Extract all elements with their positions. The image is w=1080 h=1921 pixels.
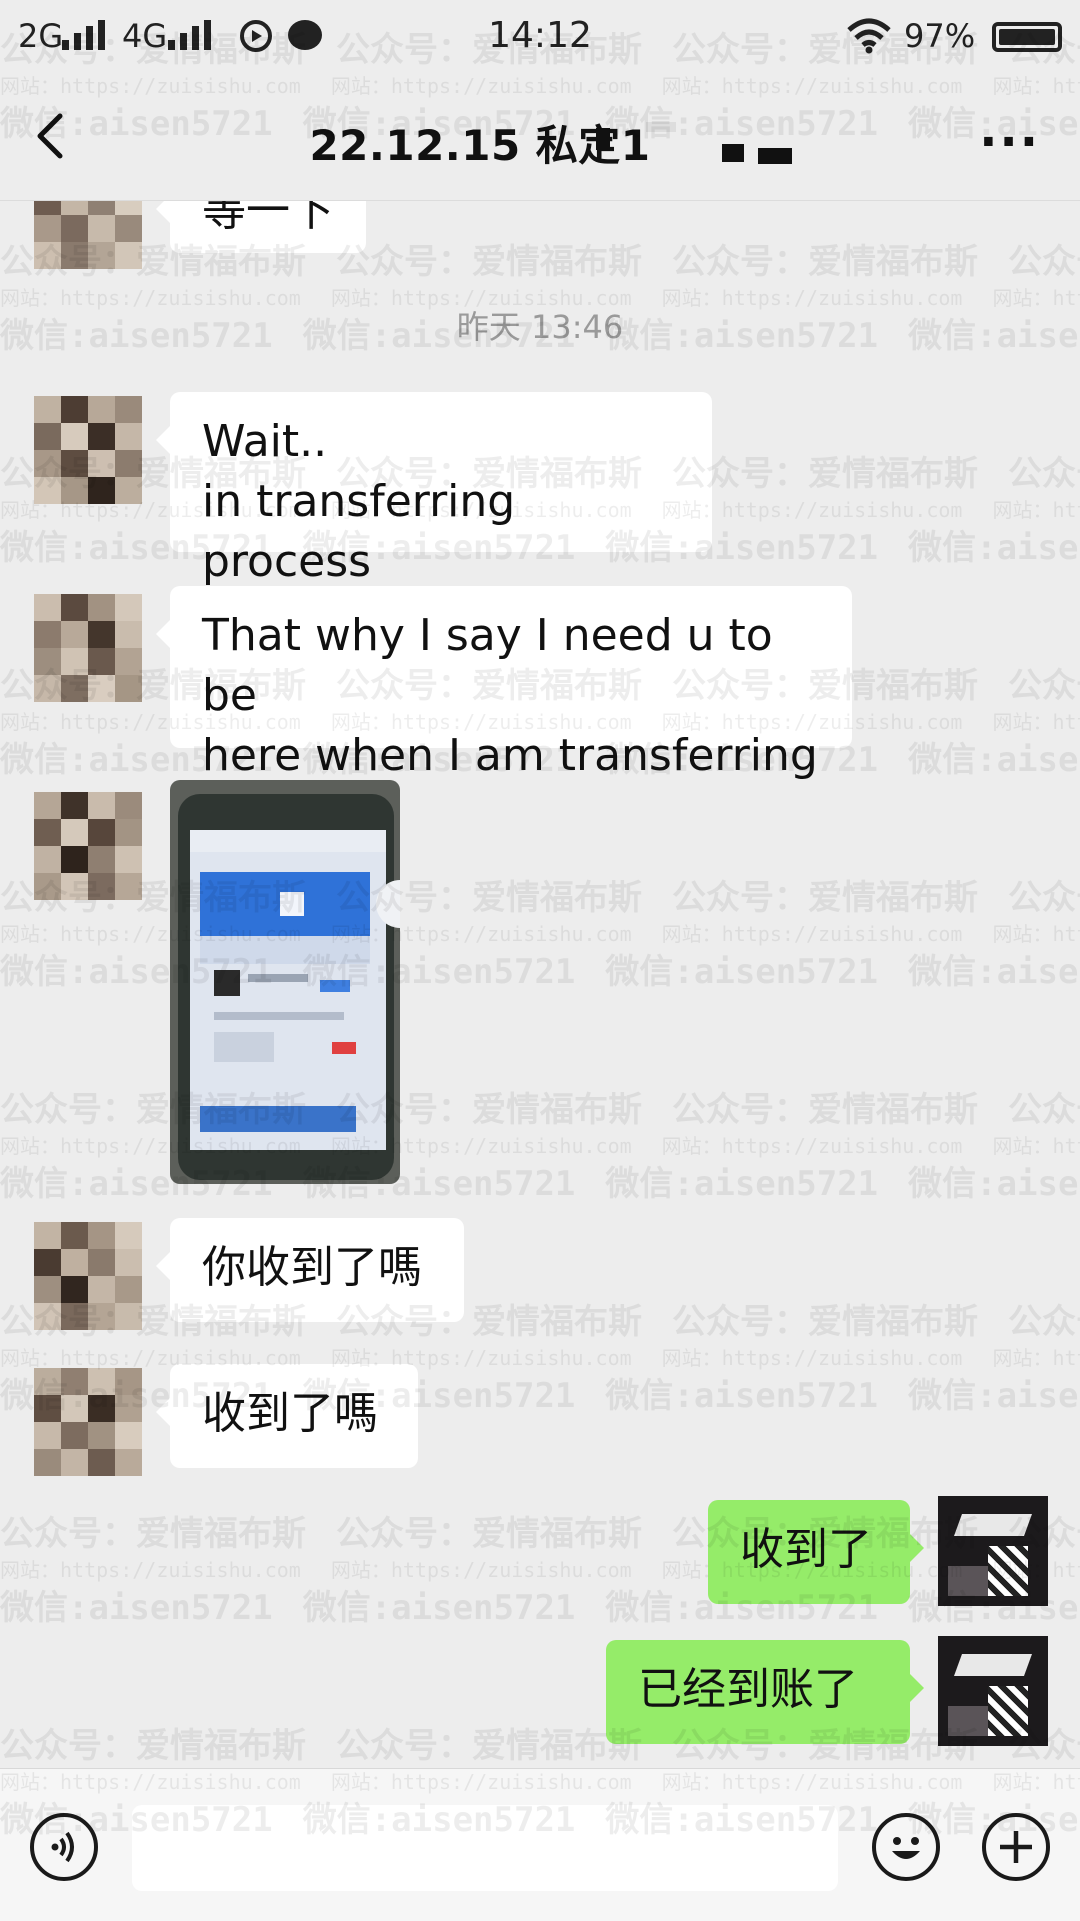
plus-icon	[1000, 1831, 1032, 1863]
message-line: here when I am transferring	[202, 730, 818, 781]
status-bar: 2G 4G 14:12 97%	[0, 0, 1080, 72]
redaction-blot	[596, 128, 610, 150]
watermark-row: 网站：https://zuisishu.com网站：https://zuisis…	[0, 1134, 1080, 1158]
message-input[interactable]	[132, 1805, 838, 1891]
watermark-overlay: 公众号：爱情福布斯公众号：爱情福布斯公众号：爱情福布斯公众号：爱情福布斯 网站：…	[0, 0, 1080, 1920]
message-bubble[interactable]: 已经到账了	[606, 1640, 924, 1744]
watermark-row: 微信:aisen5721微信:aisen5721微信:aisen5721微信:a…	[0, 1164, 1080, 1204]
message-text: 等一下	[202, 201, 334, 236]
more-functions-button[interactable]	[982, 1813, 1050, 1881]
message-line: in transferring process	[202, 476, 516, 587]
emoji-button[interactable]	[872, 1813, 940, 1881]
watermark-row: 公众号：爱情福布斯公众号：爱情福布斯公众号：爱情福布斯公众号：爱情福布斯	[0, 878, 1080, 918]
watermark-row: 网站：https://zuisishu.com网站：https://zuisis…	[0, 922, 1080, 946]
message-bubble[interactable]: 你收到了嗎	[156, 1218, 464, 1322]
contact-avatar[interactable]	[34, 1222, 142, 1330]
watermark-row: 微信:aisen5721微信:aisen5721微信:aisen5721微信:a…	[0, 952, 1080, 992]
my-avatar[interactable]	[938, 1496, 1048, 1606]
partial-message-row: 等一下	[0, 201, 1080, 271]
redaction-blot	[722, 144, 744, 162]
contact-avatar[interactable]	[34, 201, 142, 269]
message-bubble[interactable]: 等一下	[156, 201, 366, 253]
battery-percent: 97%	[904, 17, 976, 55]
redaction-blot	[646, 122, 676, 132]
wifi-icon	[847, 18, 891, 54]
watermark-row: 公众号：爱情福布斯公众号：爱情福布斯公众号：爱情福布斯公众号：爱情福布斯	[0, 1090, 1080, 1130]
message-text: 收到了	[740, 1524, 872, 1575]
watermark-row: 公众号：爱情福布斯公众号：爱情福布斯公众号：爱情福布斯公众号：爱情福布斯	[0, 1726, 1080, 1766]
message-line: That why I say I need u to be	[202, 610, 773, 721]
message-bubble[interactable]: 收到了嗎	[156, 1364, 418, 1468]
input-bar	[0, 1768, 1080, 1921]
contact-avatar[interactable]	[34, 594, 142, 702]
message-bubble[interactable]: Wait.. in transferring process	[156, 392, 712, 587]
chat-header: 22.12.15 私定1 ...	[0, 72, 1080, 201]
voice-icon	[51, 1831, 74, 1863]
my-avatar[interactable]	[938, 1636, 1048, 1746]
emoji-icon	[892, 1837, 920, 1859]
more-options-button[interactable]: ...	[979, 102, 1040, 158]
message-bubble[interactable]: That why I say I need u to be here when …	[156, 586, 852, 781]
message-bubble[interactable]: 收到了	[708, 1500, 924, 1604]
phone-screenshot-image[interactable]	[170, 780, 400, 1184]
watermark-row: 微信:aisen5721微信:aisen5721微信:aisen5721微信:a…	[0, 1588, 1080, 1628]
watermark-row: 网站：https://zuisishu.com网站：https://zuisis…	[0, 1346, 1080, 1370]
timestamp: 昨天 13:46	[456, 308, 624, 346]
contact-avatar[interactable]	[34, 396, 142, 504]
message-line: Wait..	[202, 416, 328, 467]
contact-avatar[interactable]	[34, 792, 142, 900]
message-text: 你收到了嗎	[202, 1242, 422, 1293]
chat-title: 22.12.15 私定1	[0, 112, 1080, 173]
redaction-blot	[758, 148, 792, 164]
message-text: 已经到账了	[638, 1664, 858, 1715]
message-text: 收到了嗎	[202, 1388, 378, 1439]
watermark-row: 公众号：爱情福布斯公众号：爱情福布斯公众号：爱情福布斯公众号：爱情福布斯	[0, 1302, 1080, 1342]
voice-input-button[interactable]	[30, 1813, 98, 1881]
battery-icon	[992, 22, 1062, 52]
contact-avatar[interactable]	[34, 1368, 142, 1476]
